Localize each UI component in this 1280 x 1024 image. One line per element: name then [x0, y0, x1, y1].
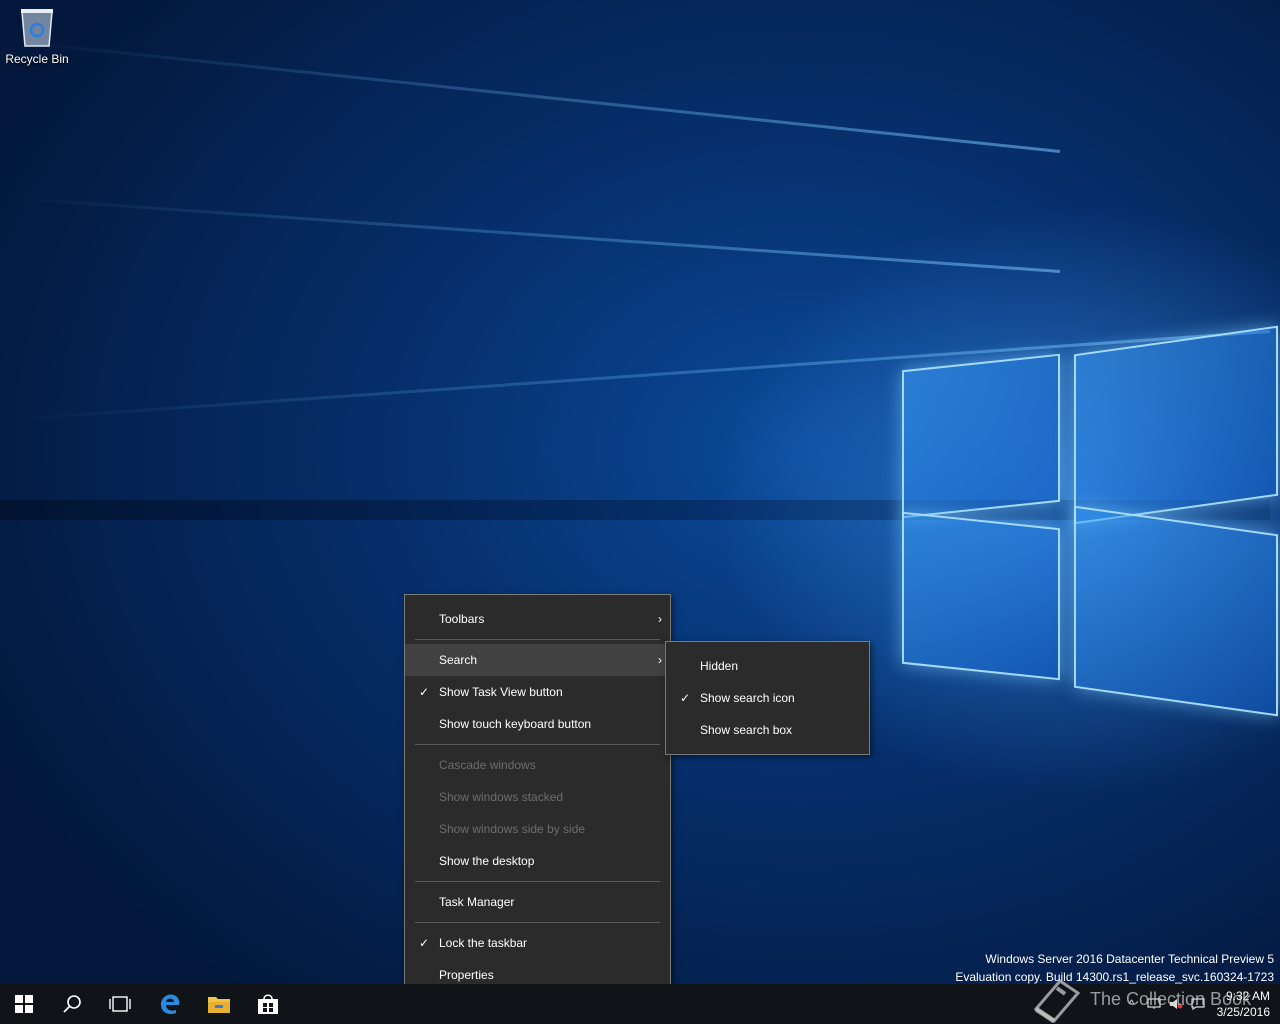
- logo-pane-top-right: [1074, 325, 1278, 525]
- menu-item-show-touch-keyboard-label: Show touch keyboard button: [439, 717, 592, 731]
- submenu-item-show-search-box-label: Show search box: [700, 723, 793, 737]
- desktop-icon-recycle-bin[interactable]: Recycle Bin: [4, 6, 70, 66]
- menu-item-show-desktop-label: Show the desktop: [439, 854, 535, 868]
- menu-separator: [415, 744, 660, 745]
- menu-item-task-manager-label: Task Manager: [439, 895, 515, 909]
- book-icon: [1033, 979, 1081, 1023]
- submenu-item-hidden[interactable]: Hidden: [666, 650, 869, 682]
- menu-item-show-touch-keyboard[interactable]: Show touch keyboard button: [405, 708, 670, 740]
- menu-separator: [415, 881, 660, 882]
- check-icon: ✓: [418, 685, 430, 699]
- task-view-button[interactable]: [96, 984, 144, 1024]
- check-icon: ✓: [418, 936, 430, 950]
- menu-item-properties-label: Properties: [439, 968, 494, 982]
- search-submenu: Hidden ✓ Show search icon Show search bo…: [665, 641, 870, 755]
- menu-item-windows-side-by-side: Show windows side by side: [405, 813, 670, 845]
- recycle-bin-icon: [19, 6, 55, 48]
- menu-item-cascade-windows-label: Cascade windows: [439, 758, 536, 772]
- menu-item-lock-taskbar[interactable]: ✓ Lock the taskbar: [405, 927, 670, 959]
- menu-item-show-task-view[interactable]: ✓ Show Task View button: [405, 676, 670, 708]
- logo-pane-top-left: [902, 353, 1060, 519]
- menu-separator: [415, 922, 660, 923]
- submenu-item-show-search-icon[interactable]: ✓ Show search icon: [666, 682, 869, 714]
- search-button[interactable]: [48, 984, 96, 1024]
- task-view-icon: [109, 996, 131, 1012]
- menu-item-cascade-windows: Cascade windows: [405, 749, 670, 781]
- windows-logo-icon: [15, 995, 33, 1013]
- folder-icon: [208, 997, 230, 1013]
- watermark-line-1: Windows Server 2016 Datacenter Technical…: [985, 952, 1274, 966]
- light-beam: [5, 39, 1061, 153]
- taskbar-context-menu: Toolbars › Search › ✓ Show Task View but…: [404, 594, 671, 996]
- light-beam: [2, 196, 1061, 273]
- submenu-item-show-search-icon-label: Show search icon: [700, 691, 795, 705]
- menu-item-task-manager[interactable]: Task Manager: [405, 886, 670, 918]
- check-icon: ✓: [679, 691, 691, 705]
- logo-pane-bottom-left: [902, 511, 1060, 681]
- submenu-arrow-icon: ›: [658, 612, 662, 626]
- file-explorer-button[interactable]: [195, 984, 243, 1024]
- menu-item-lock-taskbar-label: Lock the taskbar: [439, 936, 528, 950]
- menu-separator: [415, 639, 660, 640]
- submenu-item-hidden-label: Hidden: [700, 659, 739, 673]
- search-icon: [63, 995, 81, 1013]
- menu-item-show-desktop[interactable]: Show the desktop: [405, 845, 670, 877]
- menu-item-windows-side-by-side-label: Show windows side by side: [439, 822, 586, 836]
- site-logo-overlay: The Collection Book: [1030, 975, 1251, 1023]
- store-bag-icon: [258, 994, 278, 1014]
- menu-item-windows-stacked: Show windows stacked: [405, 781, 670, 813]
- submenu-item-show-search-box[interactable]: Show search box: [666, 714, 869, 746]
- menu-item-toolbars-label: Toolbars: [439, 612, 485, 626]
- menu-item-show-task-view-label: Show Task View button: [439, 685, 563, 699]
- store-button[interactable]: [244, 984, 292, 1024]
- edge-browser-icon: [161, 994, 180, 1015]
- site-logo-text: The Collection Book: [1090, 988, 1252, 1009]
- menu-item-search-label: Search: [439, 653, 478, 667]
- recycle-bin-label: Recycle Bin: [5, 52, 69, 66]
- submenu-arrow-icon: ›: [658, 653, 662, 667]
- logo-pane-bottom-right: [1074, 505, 1278, 717]
- menu-item-toolbars[interactable]: Toolbars ›: [405, 603, 670, 635]
- menu-item-windows-stacked-label: Show windows stacked: [439, 790, 564, 804]
- start-button[interactable]: [0, 984, 48, 1024]
- edge-button[interactable]: [146, 984, 194, 1024]
- menu-item-search[interactable]: Search ›: [405, 644, 670, 676]
